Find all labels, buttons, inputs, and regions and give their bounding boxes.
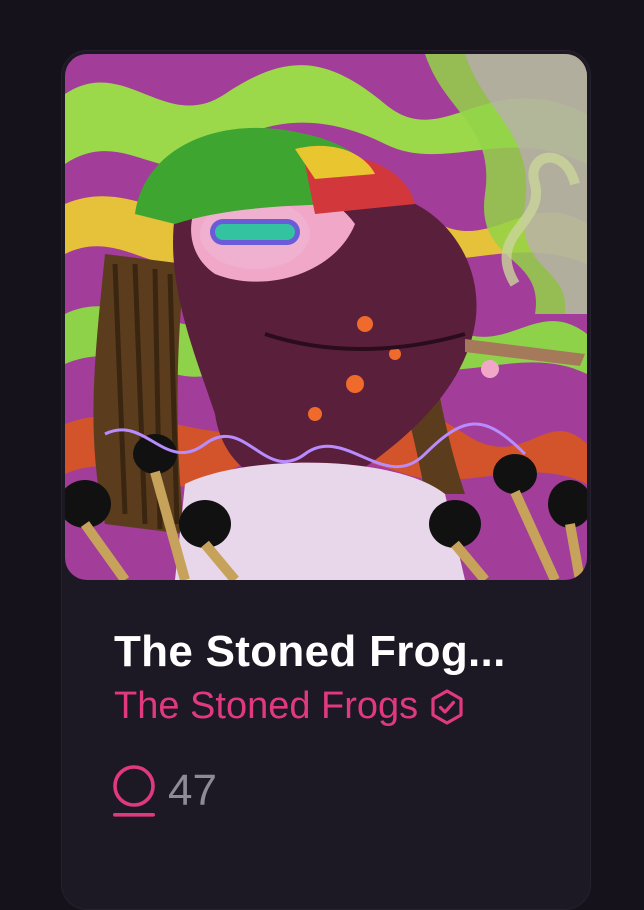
verified-badge-icon bbox=[428, 688, 466, 726]
nft-card[interactable]: The Stoned Frog... The Stoned Frogs 47 bbox=[61, 50, 591, 910]
like-count: 47 bbox=[168, 766, 217, 815]
frog-artwork-image bbox=[65, 54, 587, 580]
collection-link[interactable]: The Stoned Frogs bbox=[114, 685, 466, 728]
likes-counter[interactable]: 47 bbox=[110, 763, 217, 819]
circle-like-icon[interactable] bbox=[110, 763, 158, 819]
collection-name: The Stoned Frogs bbox=[114, 685, 419, 727]
nft-artwork[interactable] bbox=[65, 54, 587, 580]
nft-title[interactable]: The Stoned Frog... bbox=[114, 627, 506, 677]
